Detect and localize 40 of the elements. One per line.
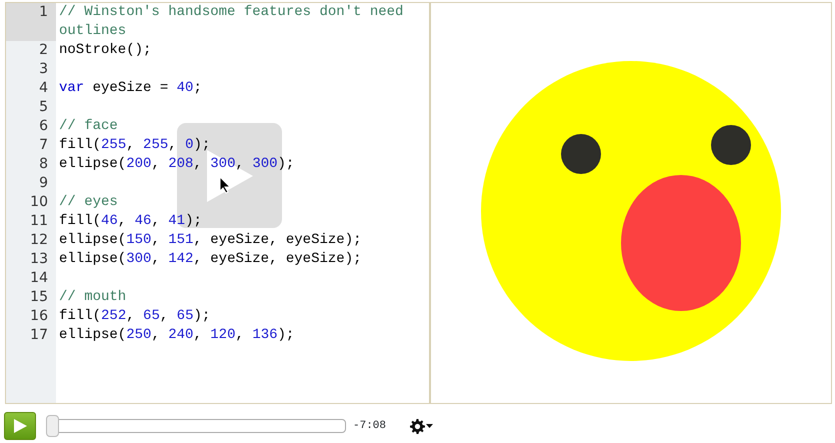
slider-thumb[interactable] <box>46 415 59 437</box>
code-line: ellipse(200, 208, 300, 300); <box>58 155 296 174</box>
line-number: 7 <box>38 136 49 155</box>
line-number: 12 <box>29 231 49 250</box>
code-line: // mouth <box>58 288 128 307</box>
play-button[interactable] <box>4 412 36 440</box>
line-number: 13 <box>29 250 49 269</box>
code-line: ellipse(150, 151, eyeSize, eyeSize); <box>58 231 362 250</box>
line-number: 6 <box>38 117 49 136</box>
line-number: 14 <box>29 269 49 288</box>
cursor-icon <box>219 176 231 194</box>
code-line: // face <box>58 117 119 136</box>
line-number: 2 <box>38 41 49 60</box>
code-line: // eyes <box>58 193 119 212</box>
line-number: 10 <box>29 193 49 212</box>
line-number: 4 <box>38 79 49 98</box>
settings-button[interactable] <box>410 418 434 434</box>
progress-slider[interactable] <box>46 415 346 437</box>
line-number: 11 <box>29 212 49 231</box>
play-icon <box>206 150 252 202</box>
code-line: fill(46, 46, 41); <box>58 212 203 231</box>
line-number: 17 <box>29 326 49 345</box>
line-number: 16 <box>29 307 49 326</box>
code-line: // Winston's handsome features don't need outlines <box>58 3 404 41</box>
line-number: 3 <box>38 60 49 79</box>
settings-icon <box>410 418 426 434</box>
caret-icon <box>426 424 434 428</box>
code-line: fill(252, 65, 65); <box>58 307 212 326</box>
time-remaining: -7:08 <box>353 418 386 434</box>
code-line: noStroke(); <box>58 41 152 60</box>
code-line: var eyeSize = 40; <box>58 79 203 98</box>
line-number: 9 <box>38 174 49 193</box>
line-number: 1 <box>6 3 56 41</box>
line-number: 5 <box>38 98 49 117</box>
code-line: ellipse(300, 142, eyeSize, eyeSize); <box>58 250 362 269</box>
code-line: fill(255, 255, 0); <box>58 136 212 155</box>
play-icon <box>13 419 27 433</box>
line-number: 15 <box>29 288 49 307</box>
line-number: 8 <box>38 155 49 174</box>
code-line: ellipse(250, 240, 120, 136); <box>58 326 296 345</box>
